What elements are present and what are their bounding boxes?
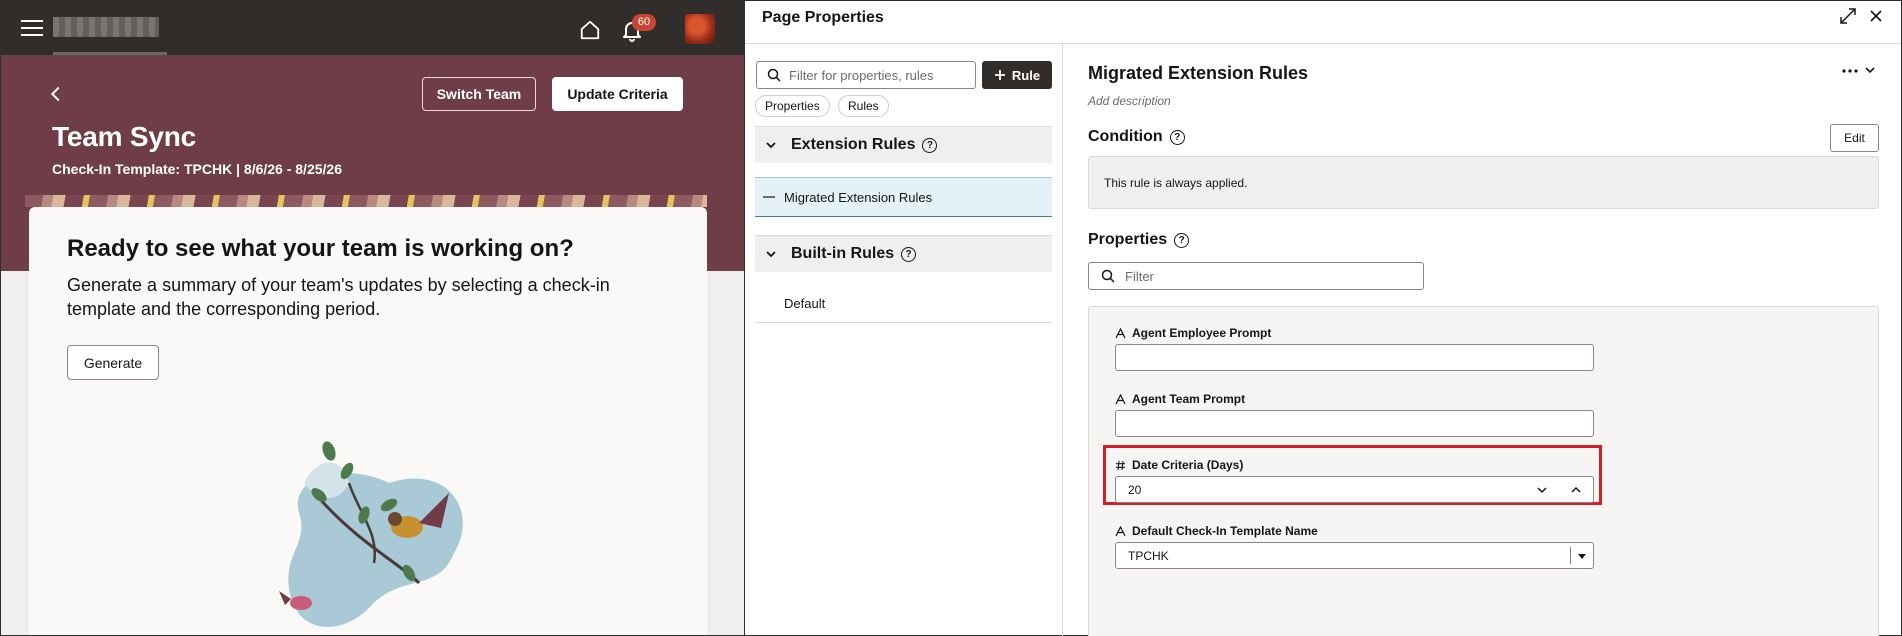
- default-template-label: Default Check-In Template Name: [1115, 524, 1318, 538]
- drawer-title: Page Properties: [762, 9, 884, 26]
- field-label-text: Date Criteria (Days): [1132, 458, 1244, 472]
- dropdown-arrow-icon[interactable]: [1578, 554, 1586, 559]
- group-label: Extension Rules: [791, 136, 916, 153]
- text-type-icon: [1115, 327, 1126, 338]
- add-rule-button[interactable]: Rule: [982, 61, 1052, 89]
- condition-text: This rule is always applied.: [1088, 156, 1879, 209]
- search-icon: [767, 68, 781, 82]
- close-icon[interactable]: [1867, 7, 1885, 25]
- number-stepper: [1525, 477, 1593, 502]
- switch-team-button[interactable]: Switch Team: [422, 77, 536, 111]
- help-icon[interactable]: ?: [1174, 232, 1190, 248]
- app-preview-panel: 60 Switch Team Update Criteria Team Sync…: [0, 0, 744, 636]
- drag-handle-icon: [763, 196, 775, 198]
- user-avatar[interactable]: [685, 14, 715, 44]
- help-icon[interactable]: ?: [922, 137, 938, 153]
- chevron-down-icon: [766, 142, 776, 149]
- agent-team-prompt-input[interactable]: [1115, 410, 1594, 437]
- properties-filter-input[interactable]: [1125, 268, 1405, 284]
- chevron-down-icon: [766, 251, 776, 258]
- condition-label: Condition: [1088, 128, 1163, 145]
- rules-search-field[interactable]: [756, 61, 976, 89]
- add-rule-label: Rule: [1011, 67, 1041, 83]
- date-criteria-label: Date Criteria (Days): [1115, 458, 1243, 472]
- field-label-text: Agent Employee Prompt: [1132, 326, 1272, 340]
- page-properties-drawer: Page Properties Rule Properties Rules Ex…: [745, 0, 1902, 636]
- agent-employee-prompt-input[interactable]: [1115, 344, 1594, 371]
- help-icon[interactable]: ?: [901, 246, 917, 262]
- agent-team-prompt-label: Agent Team Prompt: [1115, 392, 1245, 406]
- filter-chip-properties[interactable]: Properties: [755, 95, 830, 117]
- help-icon[interactable]: ?: [1169, 129, 1185, 145]
- dropdown-separator: [1570, 547, 1571, 564]
- notification-count-badge: 60: [632, 14, 656, 31]
- rules-search-input[interactable]: [789, 67, 959, 83]
- extension-rules-group[interactable]: Extension Rules ?: [755, 126, 1052, 163]
- date-criteria-number-input[interactable]: 20: [1115, 476, 1594, 503]
- update-criteria-button[interactable]: Update Criteria: [552, 77, 683, 111]
- properties-filter-field[interactable]: [1088, 262, 1424, 290]
- text-type-icon: [1115, 393, 1126, 404]
- increment-chevron-up-icon[interactable]: [1570, 484, 1582, 496]
- add-description-link[interactable]: Add description: [1088, 94, 1171, 108]
- rule-title: Migrated Extension Rules: [1088, 63, 1309, 83]
- plus-icon: [994, 70, 1005, 80]
- agent-employee-prompt-label: Agent Employee Prompt: [1115, 326, 1271, 340]
- field-label-text: Default Check-In Template Name: [1132, 524, 1318, 538]
- rule-item-migrated-extension-rules[interactable]: Migrated Extension Rules: [755, 177, 1052, 217]
- properties-section-title: Properties ?: [1088, 231, 1190, 249]
- back-arrow-icon[interactable]: [45, 83, 67, 105]
- built-in-rules-group[interactable]: Built-in Rules ?: [755, 235, 1052, 272]
- filter-chip-rules[interactable]: Rules: [838, 95, 889, 117]
- birds-illustration: [279, 441, 463, 627]
- global-header: 60: [1, 1, 744, 55]
- edit-condition-button[interactable]: Edit: [1830, 124, 1879, 152]
- summary-card: Ready to see what your team is working o…: [29, 207, 707, 635]
- expand-icon[interactable]: [1839, 7, 1857, 25]
- generate-button[interactable]: Generate: [67, 345, 159, 380]
- card-heading: Ready to see what your team is working o…: [67, 235, 574, 262]
- properties-panel: Agent Employee Prompt Agent Team Prompt …: [1088, 306, 1879, 636]
- rule-item-default[interactable]: Default: [755, 284, 1052, 323]
- default-template-value: TPCHK: [1128, 548, 1169, 563]
- rules-navigator: Rule Properties Rules Extension Rules ? …: [745, 44, 1063, 636]
- more-options-icon[interactable]: [1840, 62, 1880, 80]
- field-label-text: Agent Team Prompt: [1132, 392, 1246, 406]
- card-description: Generate a summary of your team's update…: [67, 275, 610, 319]
- page-title: Team Sync: [52, 121, 196, 152]
- decrement-chevron-down-icon[interactable]: [1536, 484, 1548, 496]
- rule-detail-pane: Migrated Extension Rules Add description…: [1064, 44, 1901, 636]
- brand-logo: [53, 17, 159, 37]
- number-type-icon: [1116, 460, 1125, 470]
- text-type-icon: [1115, 525, 1126, 536]
- rule-item-label: Migrated Extension Rules: [784, 189, 933, 205]
- search-icon: [1101, 269, 1115, 283]
- group-label: Built-in Rules: [791, 245, 895, 262]
- page-subtitle: Check-In Template: TPCHK | 8/6/26 - 8/25…: [52, 161, 342, 177]
- condition-section-title: Condition ?: [1088, 128, 1185, 146]
- decorative-pattern: [25, 195, 707, 207]
- properties-label: Properties: [1088, 231, 1168, 248]
- default-template-combobox[interactable]: TPCHK: [1115, 542, 1594, 569]
- hamburger-menu-icon[interactable]: [21, 20, 43, 38]
- date-criteria-value: 20: [1128, 482, 1142, 497]
- home-icon[interactable]: [579, 19, 601, 41]
